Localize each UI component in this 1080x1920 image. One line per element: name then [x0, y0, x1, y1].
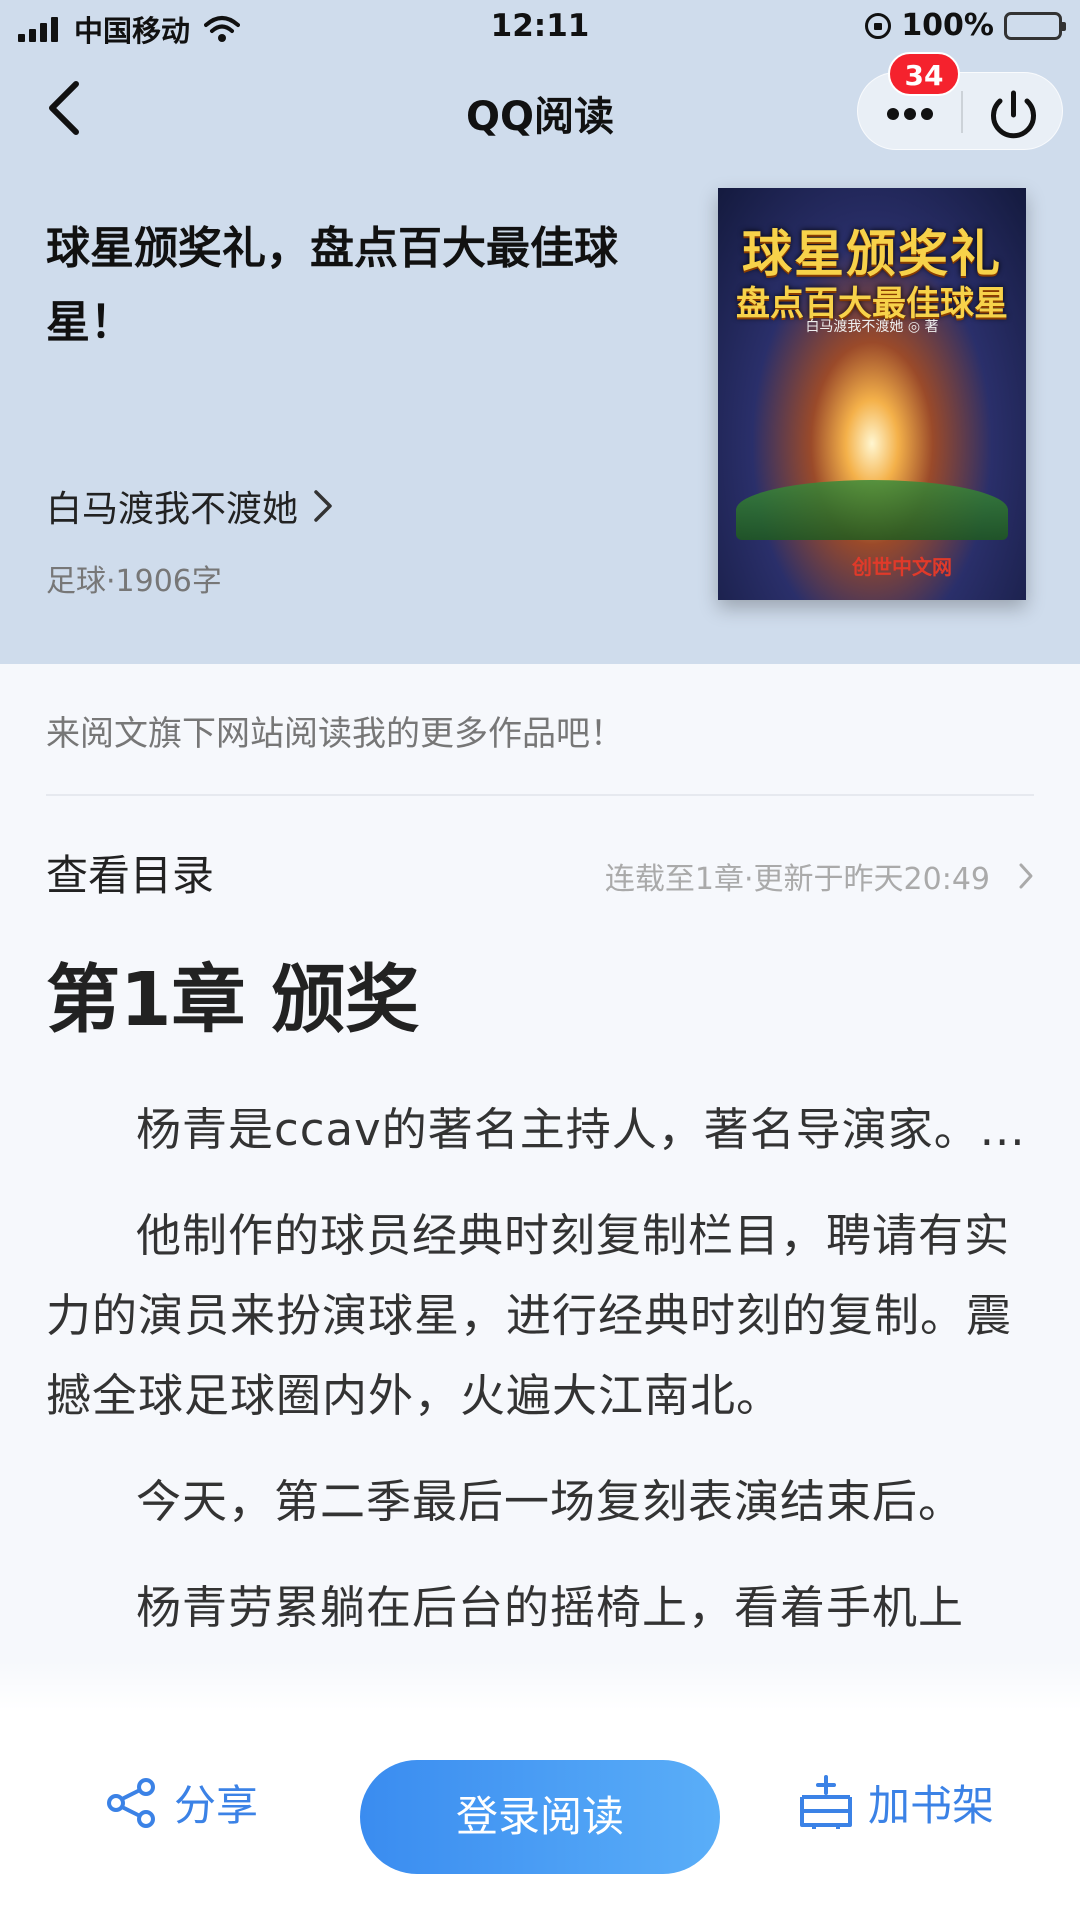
chevron-right-icon: [314, 490, 332, 522]
bookshelf-add-icon: [800, 1774, 852, 1829]
toc-status: 连载至1章·更新于昨天20:49: [605, 854, 1034, 898]
paragraph: 他制作的球员经典时刻复制栏目，聘请有实力的演员来扮演球星，进行经典时刻的复制。震…: [46, 1209, 1013, 1422]
content-fade: [0, 1660, 1080, 1710]
book-meta: 足球·1906字: [46, 564, 222, 599]
cover-author: 白马渡我不渡她 ◎ 著: [805, 319, 939, 335]
author-link[interactable]: 白马渡我不渡她: [46, 480, 334, 532]
update-status: 连载至1章·更新于昨天20:49: [604, 862, 990, 897]
bottom-action-bar: 分享 登录阅读 加书架: [0, 1710, 1080, 1920]
battery-percent: 100%: [901, 8, 994, 43]
toc-row[interactable]: 查看目录 连载至1章·更新于昨天20:49: [46, 840, 1034, 900]
notification-badge: 34: [888, 52, 960, 96]
status-bar: 中国移动 12:11 100%: [0, 0, 1080, 54]
paragraph: 杨青劳累躺在后台的摇椅上，看着手机上: [136, 1581, 965, 1634]
login-read-button[interactable]: 登录阅读: [360, 1760, 720, 1874]
cover-publisher: 创世中文网: [852, 555, 952, 579]
rotation-lock-icon: [865, 12, 892, 39]
share-label: 分享: [174, 1781, 259, 1830]
cover-stadium-art: [736, 480, 1008, 540]
paragraph: 杨青是ccav的著名主持人，著名导演家。...: [136, 1103, 1026, 1156]
battery-icon: [1004, 11, 1066, 40]
chevron-right-icon: [1019, 863, 1033, 889]
share-button[interactable]: 分享: [104, 1772, 258, 1833]
divider: [46, 794, 1034, 796]
status-right: 100%: [865, 8, 1066, 43]
author-name: 白马渡我不渡她: [46, 489, 299, 530]
toc-label: 查看目录: [46, 851, 215, 900]
promo-text: 来阅文旗下网站阅读我的更多作品吧！: [46, 714, 624, 754]
book-cover[interactable]: 球星颁奖礼 盘点百大最佳球星 白马渡我不渡她 ◎ 著 创世中文网: [718, 188, 1026, 600]
add-to-shelf-button[interactable]: 加书架: [798, 1772, 994, 1833]
mini-program-capsule: [857, 72, 1063, 150]
chapter-title: 第1章 颁奖: [46, 957, 420, 1043]
paragraph: 今天，第二季最后一场复刻表演结束后。: [136, 1475, 965, 1528]
power-icon: [991, 90, 1036, 139]
add-shelf-label: 加书架: [868, 1781, 995, 1830]
book-title: 球星颁奖礼，盘点百大最佳球星！: [46, 223, 618, 348]
close-button[interactable]: [963, 73, 1064, 151]
chapter-body: 杨青是ccav的著名主持人，著名导演家。... 他制作的球员经典时刻复制栏目，聘…: [46, 1090, 1036, 1674]
share-icon: [107, 1777, 155, 1828]
